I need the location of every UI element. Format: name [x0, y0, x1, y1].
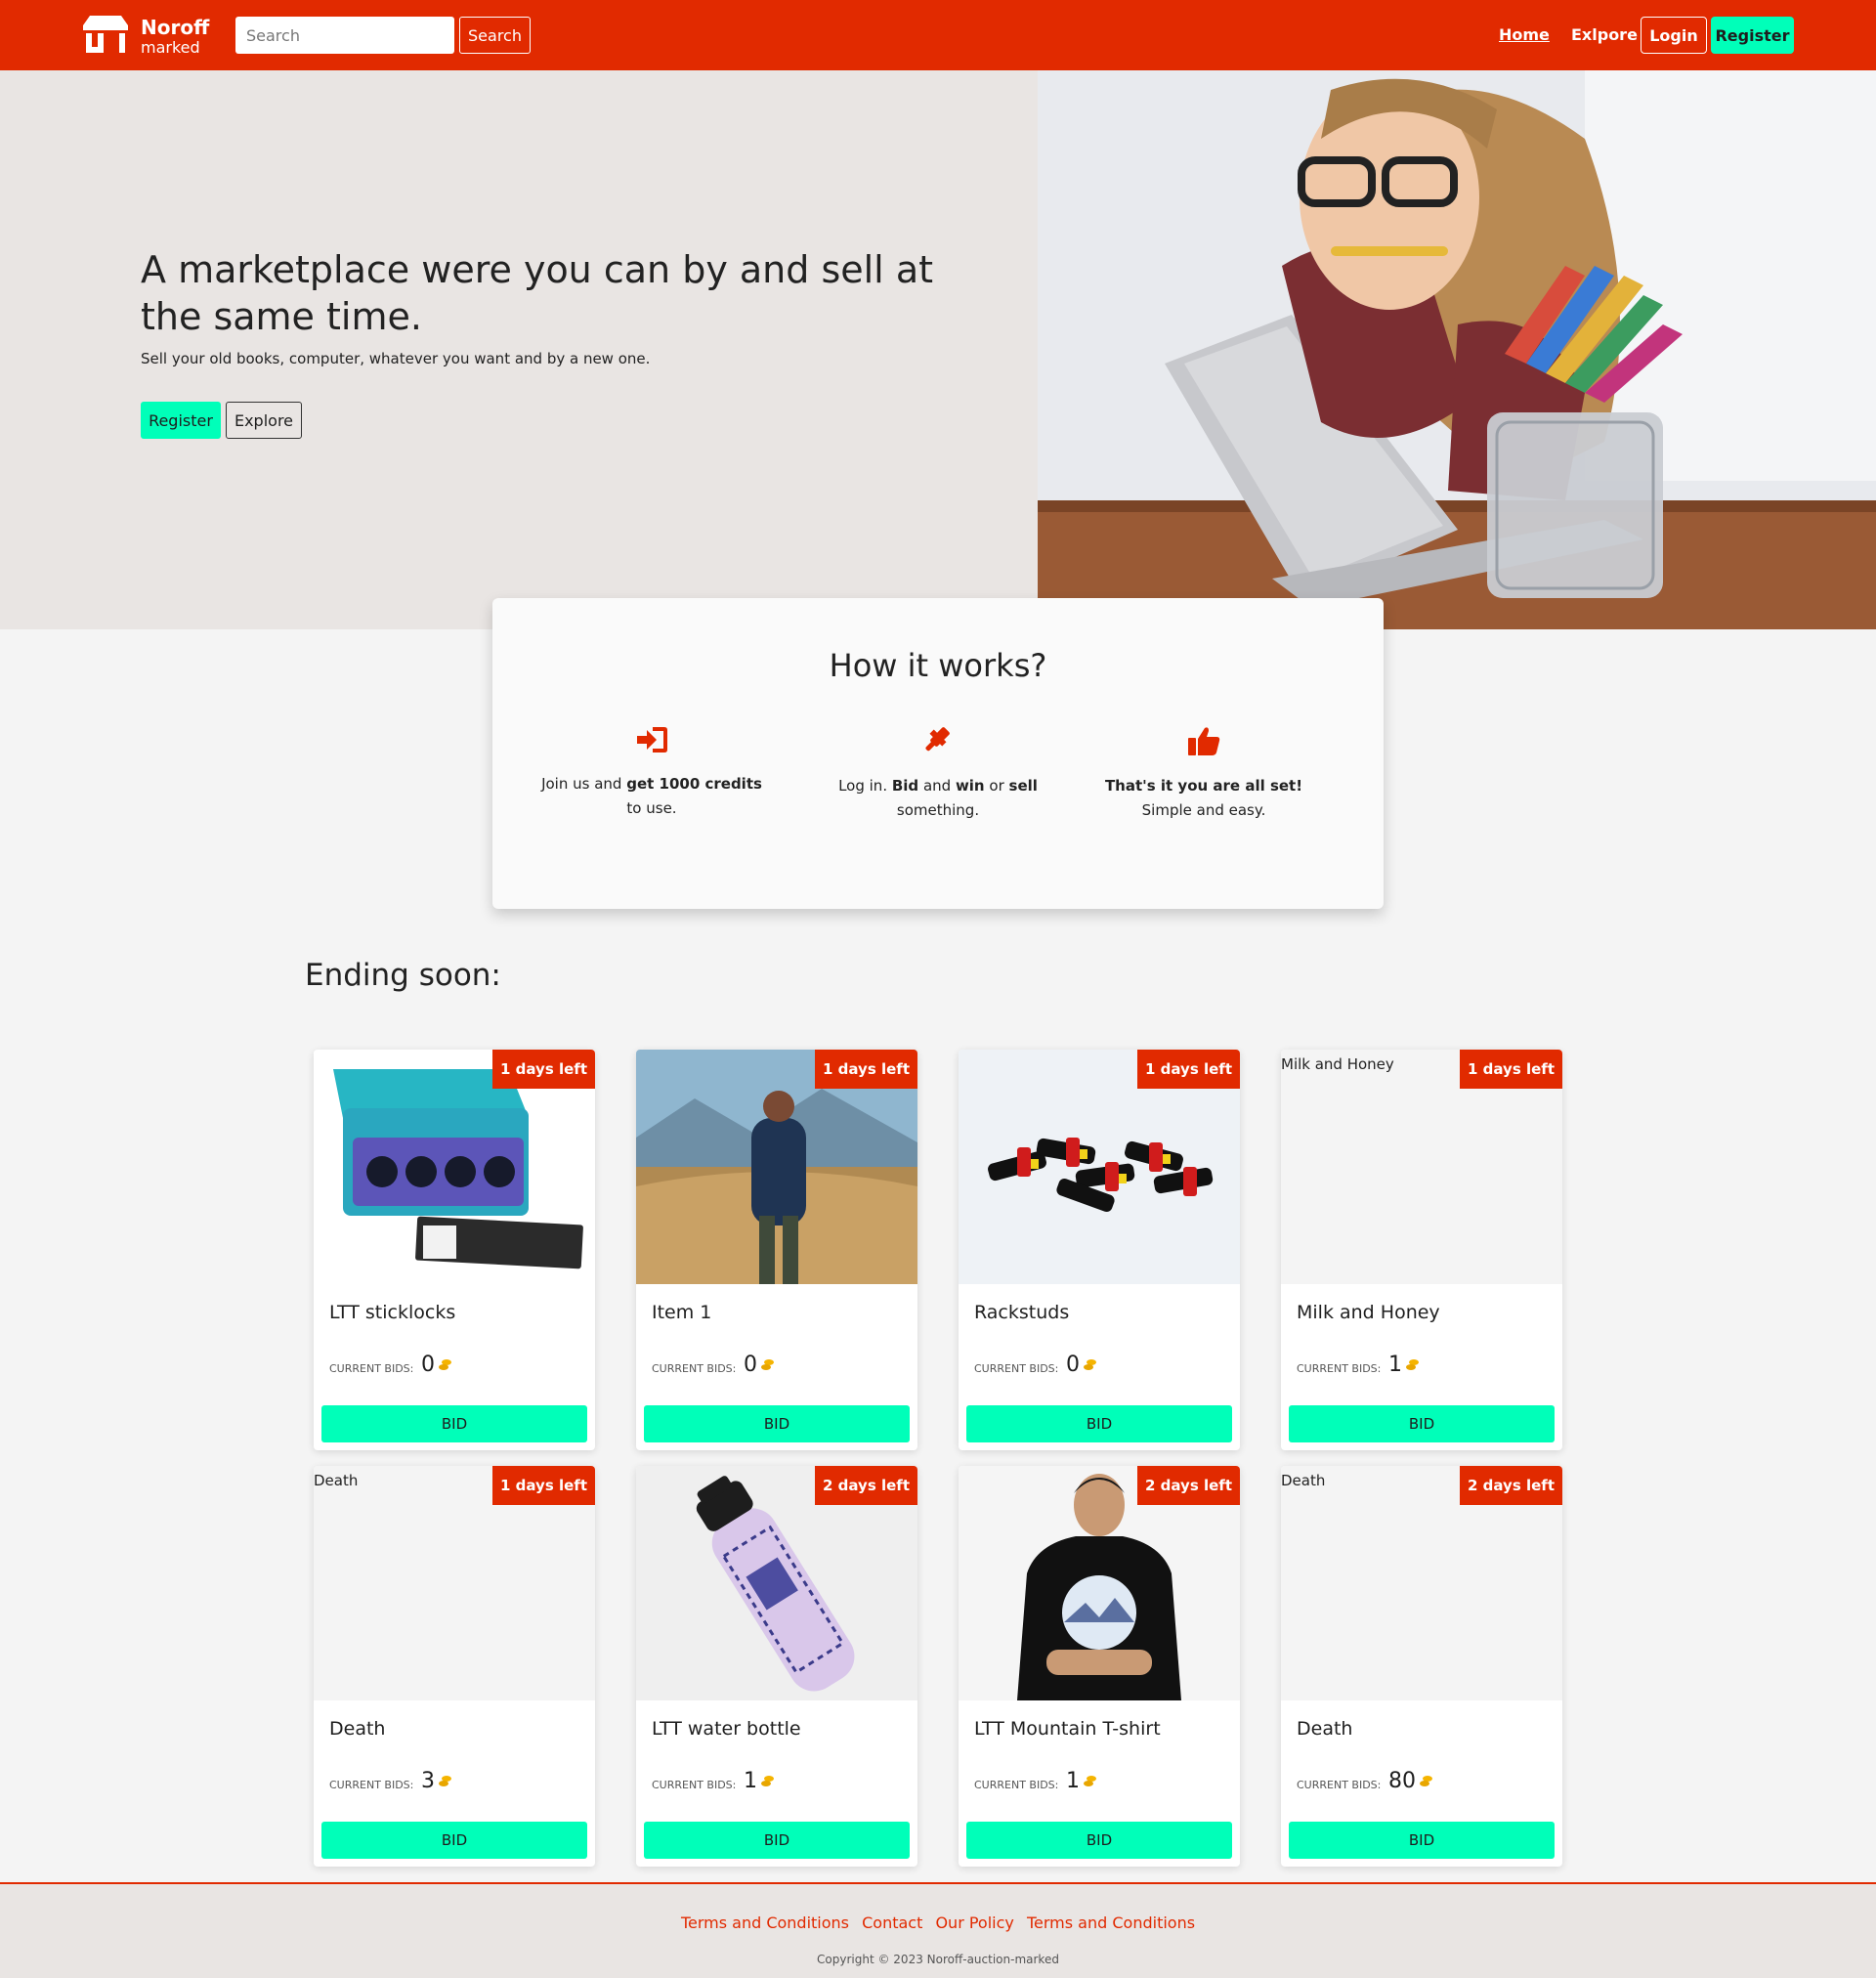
bid-button[interactable]: BID — [1289, 1822, 1555, 1859]
brand-name: Noroff — [141, 16, 210, 39]
current-bids-label: CURRENT BIDS: — [652, 1779, 737, 1791]
coins-icon — [761, 1776, 774, 1786]
hero-subtitle: Sell your old books, computer, whatever … — [141, 350, 651, 367]
nav-explore-link[interactable]: Exlpore — [1571, 25, 1638, 44]
card-title[interactable]: LTT water bottle — [652, 1718, 801, 1740]
card-image-alt-text: Death — [314, 1472, 359, 1489]
footer-links: Terms and Conditions Contact Our Policy … — [0, 1914, 1876, 1932]
footer-link-terms-2[interactable]: Terms and Conditions — [1027, 1914, 1195, 1932]
gavel-icon — [925, 727, 950, 752]
current-bids-value: 1 — [1066, 1769, 1096, 1793]
footer-link-contact[interactable]: Contact — [862, 1914, 922, 1932]
card-title[interactable]: Milk and Honey — [1297, 1302, 1440, 1323]
footer-link-policy[interactable]: Our Policy — [935, 1914, 1013, 1932]
coins-icon — [1084, 1359, 1096, 1370]
hero-title: A marketplace were you can by and sell a… — [141, 248, 934, 338]
time-left-badge: 2 days left — [1137, 1466, 1240, 1505]
how-step-done: That's it you are all set! Simple and eas… — [1087, 725, 1321, 823]
card-image-alt-text: Milk and Honey — [1281, 1055, 1394, 1073]
auction-card[interactable]: Death 2 days left Death CURRENT BIDS: 80… — [1281, 1466, 1562, 1867]
thumbs-up-icon — [1188, 727, 1220, 755]
ending-soon-title: Ending soon: — [305, 958, 501, 993]
card-image-alt-text: Death — [1281, 1472, 1326, 1489]
bid-button[interactable]: BID — [966, 1405, 1232, 1442]
current-bids-value: 0 — [1066, 1353, 1096, 1377]
bid-button[interactable]: BID — [644, 1822, 910, 1859]
shop-icon — [83, 16, 128, 53]
sign-in-icon — [637, 727, 667, 752]
auction-card[interactable]: Death 1 days left Death CURRENT BIDS: 3 … — [314, 1466, 595, 1867]
brand-logo[interactable]: Noroff marked — [82, 12, 209, 57]
card-title[interactable]: Item 1 — [652, 1302, 711, 1323]
card-title[interactable]: Rackstuds — [974, 1302, 1069, 1323]
hero-explore-button[interactable]: Explore — [226, 402, 302, 439]
navbar: Noroff marked Search Home Exlpore Login … — [0, 0, 1876, 70]
bid-button[interactable]: BID — [1289, 1405, 1555, 1442]
login-button[interactable]: Login — [1641, 17, 1707, 54]
card-title[interactable]: Death — [329, 1718, 385, 1740]
bid-button[interactable]: BID — [321, 1822, 587, 1859]
coins-icon — [439, 1359, 451, 1370]
coins-icon — [761, 1359, 774, 1370]
time-left-badge: 1 days left — [492, 1466, 595, 1505]
current-bids-value: 0 — [421, 1353, 451, 1377]
current-bids-value: 1 — [1388, 1353, 1419, 1377]
current-bids-value: 1 — [744, 1769, 774, 1793]
brand-sub: marked — [141, 38, 200, 57]
current-bids-label: CURRENT BIDS: — [1297, 1362, 1382, 1375]
card-title[interactable]: LTT Mountain T-shirt — [974, 1718, 1161, 1740]
current-bids-label: CURRENT BIDS: — [974, 1779, 1059, 1791]
copyright-text: Copyright © 2023 Noroff-auction-marked — [817, 1953, 1059, 1966]
current-bids-value: 0 — [744, 1353, 774, 1377]
coins-icon — [1406, 1359, 1419, 1370]
current-bids-label: CURRENT BIDS: — [652, 1362, 737, 1375]
current-bids-label: CURRENT BIDS: — [329, 1362, 414, 1375]
current-bids-label: CURRENT BIDS: — [974, 1362, 1059, 1375]
time-left-badge: 1 days left — [1137, 1050, 1240, 1089]
time-left-badge: 2 days left — [1460, 1466, 1562, 1505]
time-left-badge: 1 days left — [1460, 1050, 1562, 1089]
register-button[interactable]: Register — [1711, 17, 1794, 54]
hero-image — [1038, 70, 1876, 629]
bid-button[interactable]: BID — [321, 1405, 587, 1442]
card-title[interactable]: Death — [1297, 1718, 1352, 1740]
bid-button[interactable]: BID — [644, 1405, 910, 1442]
coins-icon — [1084, 1776, 1096, 1786]
coins-icon — [1420, 1776, 1432, 1786]
how-step-bid-text: Log in. Bid and win or sell something. — [838, 777, 1038, 819]
auction-card[interactable]: 2 days left LTT water bottle CURRENT BID… — [636, 1466, 917, 1867]
time-left-badge: 1 days left — [492, 1050, 595, 1089]
search-button[interactable]: Search — [459, 17, 531, 54]
footer-link-terms[interactable]: Terms and Conditions — [681, 1914, 849, 1932]
auction-card[interactable]: 2 days left LTT Mountain T-shirt CURRENT… — [959, 1466, 1240, 1867]
current-bids-value: 3 — [421, 1769, 451, 1793]
coins-icon — [439, 1776, 451, 1786]
how-it-works-title: How it works? — [829, 647, 1047, 684]
current-bids-label: CURRENT BIDS: — [329, 1779, 414, 1791]
how-step-done-text: That's it you are all set! Simple and eas… — [1104, 777, 1303, 819]
how-it-works-card: How it works? Join us and get 1000 credi… — [492, 598, 1384, 909]
hero-section: A marketplace were you can by and sell a… — [0, 70, 1876, 629]
current-bids-value: 80 — [1388, 1769, 1432, 1793]
auction-card[interactable]: 1 days left LTT sticklocks CURRENT BIDS:… — [314, 1050, 595, 1450]
card-title[interactable]: LTT sticklocks — [329, 1302, 455, 1323]
auction-card[interactable]: 1 days left Rackstuds CURRENT BIDS: 0 BI… — [959, 1050, 1240, 1450]
how-step-register: Join us and get 1000 credits to use. — [534, 725, 769, 821]
footer: Terms and Conditions Contact Our Policy … — [0, 1882, 1876, 1978]
nav-home-link[interactable]: Home — [1499, 25, 1550, 44]
time-left-badge: 2 days left — [815, 1466, 917, 1505]
time-left-badge: 1 days left — [815, 1050, 917, 1089]
search-input[interactable] — [235, 17, 454, 54]
how-step-register-text: Join us and get 1000 credits to use. — [541, 775, 762, 817]
hero-register-button[interactable]: Register — [141, 402, 221, 439]
auction-card[interactable]: Milk and Honey 1 days left Milk and Hone… — [1281, 1050, 1562, 1450]
bid-button[interactable]: BID — [966, 1822, 1232, 1859]
how-step-bid: Log in. Bid and win or sell something. — [821, 725, 1055, 823]
current-bids-label: CURRENT BIDS: — [1297, 1779, 1382, 1791]
auction-card[interactable]: 1 days left Item 1 CURRENT BIDS: 0 BID — [636, 1050, 917, 1450]
